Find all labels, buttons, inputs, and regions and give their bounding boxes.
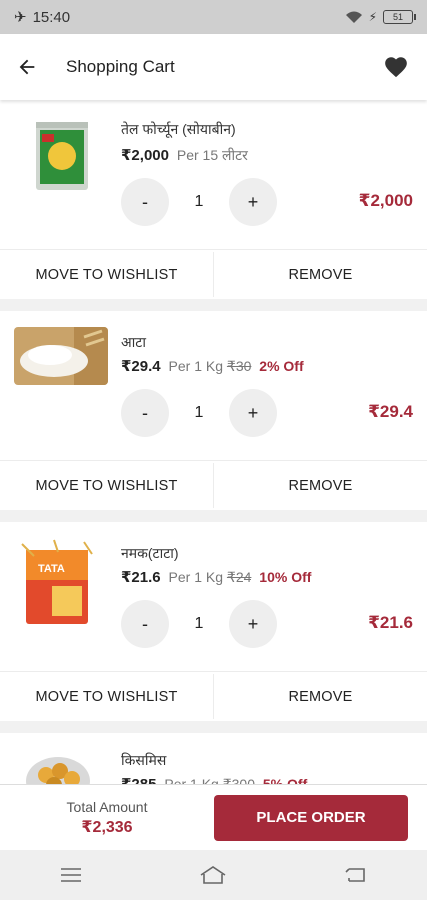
oil-tin-image <box>36 122 88 190</box>
product-name: तेल फोर्च्यून (सोयाबीन) <box>121 121 236 137</box>
home-nav-button[interactable] <box>193 855 233 895</box>
move-to-wishlist-button[interactable]: MOVE TO WISHLIST <box>0 250 213 299</box>
back-nav-button[interactable] <box>336 855 376 895</box>
product-unit: Per 15 लीटर <box>176 147 248 163</box>
cart-list[interactable]: तेल फोर्च्यून (सोयाबीन) ₹2,000 Per 15 ली… <box>0 100 427 784</box>
status-time: 15:40 <box>32 8 71 26</box>
svg-text:TATA: TATA <box>38 563 65 575</box>
charging-icon: ⚡ <box>368 10 377 24</box>
move-to-wishlist-button[interactable]: MOVE TO WISHLIST <box>0 672 213 721</box>
discount-label: 10% Off <box>259 569 312 585</box>
product-price: ₹285 <box>121 776 156 784</box>
cart-item: आटा ₹29.4 Per 1 Kg ₹30 2% Off - 1 + ₹29.… <box>0 311 427 510</box>
quantity-value: 1 <box>194 615 204 632</box>
quantity-stepper: - 1 + <box>121 600 277 648</box>
product-price: ₹29.4 <box>121 358 161 375</box>
discount-label: 2% Off <box>259 358 304 374</box>
product-mrp: ₹300 <box>222 776 255 784</box>
quantity-value: 1 <box>194 404 204 421</box>
product-mrp: ₹24 <box>226 569 252 585</box>
battery-icon: 51 <box>383 10 416 24</box>
cart-item: TATA नमक(टाटा) ₹21.6 Per 1 Kg ₹24 10% Of… <box>0 522 427 721</box>
home-icon <box>201 866 226 884</box>
back-button[interactable] <box>16 49 52 85</box>
decrease-qty-button[interactable]: - <box>121 600 169 648</box>
product-image[interactable] <box>22 118 100 196</box>
salt-pack-image: TATA <box>21 539 93 624</box>
raisins-image <box>26 757 90 784</box>
checkout-bar: Total Amount ₹2,336 PLACE ORDER <box>0 784 427 850</box>
product-image[interactable] <box>24 745 92 784</box>
page-title: Shopping Cart <box>66 57 175 76</box>
item-total: ₹29.4 <box>368 402 413 421</box>
product-unit: Per 1 Kg <box>164 776 219 784</box>
remove-button[interactable]: REMOVE <box>214 250 427 299</box>
status-left: ✈ 15:40 <box>14 8 71 27</box>
system-nav-bar <box>0 850 427 900</box>
product-mrp: ₹30 <box>226 358 252 374</box>
product-price: ₹2,000 <box>121 147 169 164</box>
app-bar: Shopping Cart <box>0 34 427 100</box>
item-total: ₹21.6 <box>368 613 413 632</box>
remove-button[interactable]: REMOVE <box>214 461 427 510</box>
item-actions: MOVE TO WISHLIST REMOVE <box>0 249 427 299</box>
item-actions: MOVE TO WISHLIST REMOVE <box>0 671 427 721</box>
battery-level: 51 <box>392 12 403 22</box>
wifi-icon <box>345 11 362 23</box>
place-order-button[interactable]: PLACE ORDER <box>214 794 408 841</box>
status-bar: ✈ 15:40 ⚡ 51 <box>0 0 427 34</box>
product-unit: Per 1 Kg <box>168 569 224 585</box>
item-actions: MOVE TO WISHLIST REMOVE <box>0 460 427 510</box>
move-to-wishlist-button[interactable]: MOVE TO WISHLIST <box>0 461 213 510</box>
product-price-line: ₹21.6 Per 1 Kg ₹24 10% Off <box>121 568 311 586</box>
product-price-line: ₹29.4 Per 1 Kg ₹30 2% Off <box>121 357 304 375</box>
menu-nav-button[interactable] <box>51 855 91 895</box>
product-price: ₹21.6 <box>121 569 161 586</box>
heart-icon <box>385 57 407 78</box>
increase-qty-button[interactable]: + <box>229 389 277 437</box>
product-price-line: ₹2,000 Per 15 लीटर <box>121 146 248 165</box>
discount-label: 5% Off <box>262 776 308 784</box>
cart-item: किसमिस ₹285 Per 1 Kg ₹300 5% Off <box>0 733 427 784</box>
total-amount: Total Amount ₹2,336 <box>0 799 214 837</box>
product-name: किसमिस <box>121 752 167 768</box>
product-name: आटा <box>121 334 146 350</box>
status-right: ⚡ 51 <box>345 10 416 24</box>
flour-image <box>14 327 108 385</box>
arrow-left-icon <box>19 59 35 75</box>
item-total: ₹2,000 <box>358 191 413 210</box>
total-amount-label: Total Amount <box>66 798 148 815</box>
increase-qty-button[interactable]: + <box>229 600 277 648</box>
menu-icon <box>61 868 82 882</box>
decrease-qty-button[interactable]: - <box>121 178 169 226</box>
total-amount-value: ₹2,336 <box>81 818 133 836</box>
product-image[interactable]: TATA <box>14 538 98 630</box>
product-image[interactable] <box>14 327 108 385</box>
product-price-line: ₹285 Per 1 Kg ₹300 5% Off <box>121 775 307 784</box>
wishlist-button[interactable] <box>381 52 411 82</box>
back-nav-icon <box>345 868 365 882</box>
product-name: नमक(टाटा) <box>121 545 179 561</box>
remove-button[interactable]: REMOVE <box>214 672 427 721</box>
quantity-stepper: - 1 + <box>121 178 277 226</box>
cart-item: तेल फोर्च्यून (सोयाबीन) ₹2,000 Per 15 ली… <box>0 100 427 299</box>
increase-qty-button[interactable]: + <box>229 178 277 226</box>
quantity-stepper: - 1 + <box>121 389 277 437</box>
quantity-value: 1 <box>194 193 204 210</box>
product-unit: Per 1 Kg <box>168 358 224 374</box>
airplane-icon: ✈ <box>14 9 27 26</box>
decrease-qty-button[interactable]: - <box>121 389 169 437</box>
